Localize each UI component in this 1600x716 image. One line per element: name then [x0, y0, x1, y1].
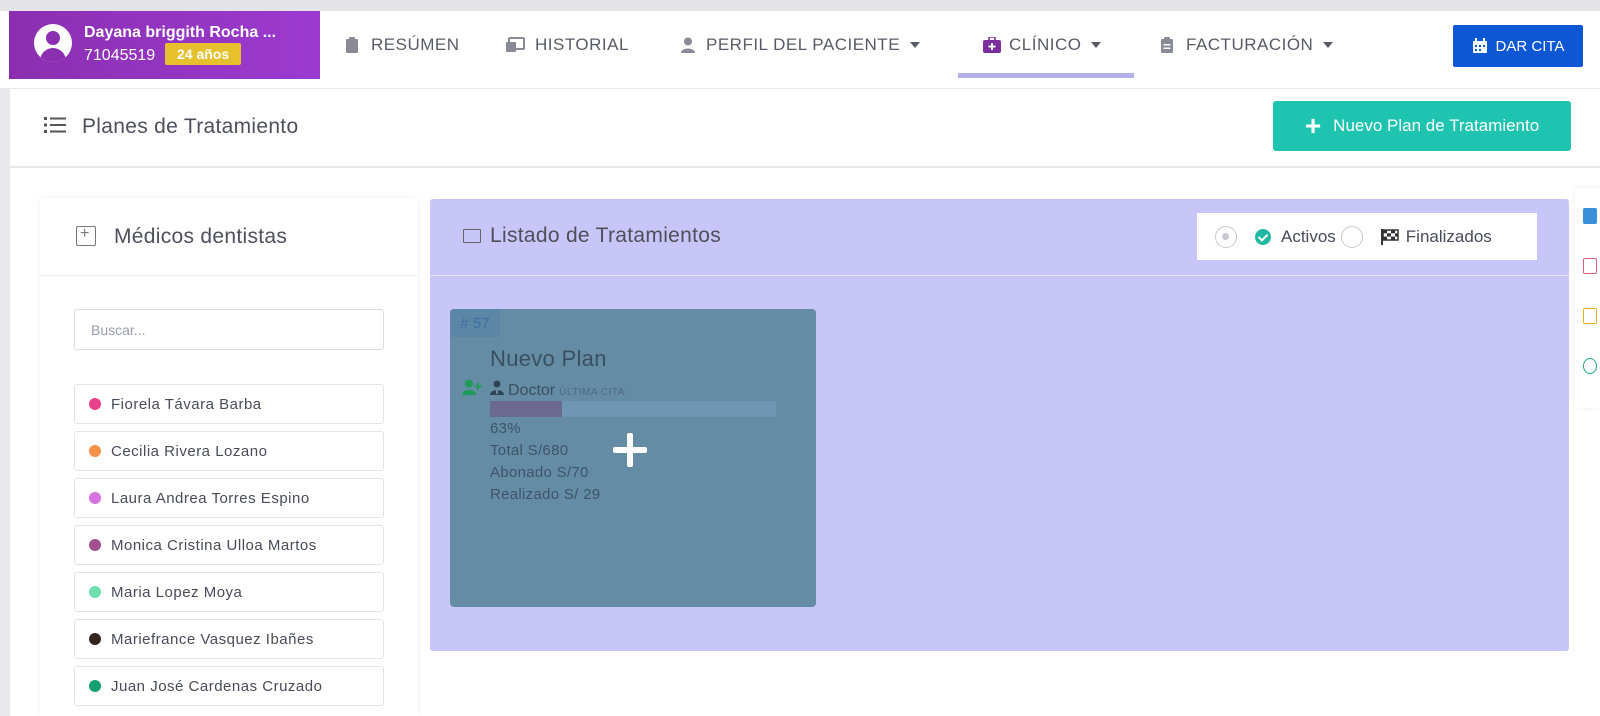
- doctor-item[interactable]: Mariefrance Vasquez Ibañes: [74, 619, 384, 659]
- filter-activos-label: Activos: [1281, 226, 1336, 246]
- doctor-icon: [490, 380, 504, 395]
- new-plan-label: Nuevo Plan de Tratamiento: [1333, 116, 1540, 135]
- doctor-item[interactable]: Maria Lopez Moya: [74, 572, 384, 612]
- nav-historial[interactable]: HISTORIAL: [505, 30, 629, 60]
- nav-label: CLÍNICO: [1009, 35, 1082, 54]
- nav-label: RESÚMEN: [371, 35, 460, 54]
- doctor-color-dot: [89, 539, 101, 551]
- dar-cita-label: DAR CITA: [1495, 37, 1565, 55]
- clipboard-icon: [345, 37, 361, 53]
- plan-done: Realizado S/ 29: [490, 486, 601, 503]
- doctor-color-dot: [89, 445, 101, 457]
- history-icon: [505, 37, 525, 53]
- nav-active-indicator: [958, 73, 1134, 78]
- doctor-item[interactable]: Fiorela Távara Barba: [74, 384, 384, 424]
- user-icon: [680, 37, 696, 53]
- doctor-item[interactable]: Monica Cristina Ulloa Martos: [74, 525, 384, 565]
- doctors-title: Médicos dentistas: [114, 225, 288, 248]
- chevron-down-icon: [910, 42, 921, 48]
- treatments-panel: Listado de Tratamientos Activos Finaliza…: [430, 199, 1569, 651]
- medkit-icon: [983, 36, 1001, 53]
- nav-resumen[interactable]: RESÚMEN: [345, 30, 460, 60]
- patient-age-badge: 24 años: [165, 43, 242, 65]
- doctor-item[interactable]: Juan José Cardenas Cruzado: [74, 666, 384, 706]
- checkered-flag-icon: [1380, 228, 1399, 245]
- plus-icon: +: [1304, 110, 1322, 141]
- doctor-color-dot: [89, 492, 101, 504]
- doctor-name: Cecilia Rivera Lozano: [111, 442, 268, 460]
- tooth-tool-icon[interactable]: [1583, 358, 1597, 374]
- nav-perfil-paciente[interactable]: PERFIL DEL PACIENTE: [680, 30, 921, 60]
- treatment-plan-card[interactable]: # 57 Nuevo Plan Doctor ÚLTIMA CITA : 63%…: [450, 309, 816, 607]
- user-avatar-icon: [34, 24, 72, 62]
- doctor-name: Maria Lopez Moya: [111, 583, 243, 601]
- nav-label: FACTURACIÓN: [1186, 35, 1314, 54]
- plan-total: Total S/680: [490, 442, 569, 459]
- nav-clinico[interactable]: CLÍNICO: [983, 30, 1102, 60]
- doctor-name: Mariefrance Vasquez Ibañes: [111, 630, 314, 648]
- calendar-tool-icon[interactable]: [1583, 208, 1597, 224]
- nav-label: PERFIL DEL PACIENTE: [706, 35, 901, 54]
- plan-progress-fill: [490, 401, 562, 417]
- top-bar: Dayana briggith Rocha ... 71045519 24 añ…: [0, 0, 1600, 88]
- calendar-icon: [1472, 38, 1487, 53]
- divider: [430, 275, 1569, 276]
- doctor-name: Fiorela Távara Barba: [111, 395, 262, 413]
- last-visit-label: ÚLTIMA CITA :: [559, 387, 631, 398]
- list-icon: [44, 117, 66, 133]
- browser-strip: [0, 0, 1600, 11]
- radio-finalizados[interactable]: [1340, 225, 1363, 248]
- doctor-search-input[interactable]: [74, 309, 384, 350]
- plan-progress-bar: [490, 401, 776, 417]
- add-user-icon[interactable]: [462, 379, 482, 395]
- page-title: Planes de Tratamiento: [82, 115, 299, 138]
- cart-tool-icon[interactable]: [1583, 308, 1597, 324]
- patient-badge[interactable]: Dayana briggith Rocha ... 71045519 24 añ…: [9, 11, 320, 79]
- note-tool-icon[interactable]: [1583, 258, 1597, 274]
- add-plus-icon[interactable]: [613, 433, 647, 467]
- chevron-down-icon: [1091, 42, 1102, 48]
- treatments-title: Listado de Tratamientos: [490, 224, 722, 247]
- doctor-color-dot: [89, 586, 101, 598]
- plan-name: Nuevo Plan: [490, 346, 607, 371]
- doctor-name: Laura Andrea Torres Espino: [111, 489, 310, 507]
- radio-activos[interactable]: [1215, 225, 1237, 248]
- nav-facturacion[interactable]: FACTURACIÓN: [1160, 30, 1334, 60]
- check-circle-icon: [1255, 228, 1271, 245]
- doctor-color-dot: [89, 680, 101, 692]
- plan-doctor: Doctor ÚLTIMA CITA :: [490, 380, 631, 400]
- doctors-panel: Médicos dentistas Fiorela Távara Barba C…: [40, 198, 418, 716]
- filter-finalizados-label: Finalizados: [1405, 226, 1492, 246]
- doctors-header: Médicos dentistas: [40, 198, 418, 276]
- add-square-icon: [76, 225, 96, 246]
- doctor-name: Monica Cristina Ulloa Martos: [111, 536, 317, 554]
- receipt-icon: [1160, 37, 1176, 53]
- chevron-down-icon: [1323, 42, 1334, 48]
- doctor-item[interactable]: Laura Andrea Torres Espino: [74, 478, 384, 518]
- patient-name: Dayana briggith Rocha ...: [84, 24, 277, 41]
- doctor-name: Juan José Cardenas Cruzado: [111, 677, 323, 695]
- doctor-color-dot: [89, 398, 101, 410]
- dar-cita-button[interactable]: DAR CITA: [1453, 25, 1583, 67]
- nav-label: HISTORIAL: [535, 35, 629, 54]
- plan-progress-label: 63%: [490, 420, 521, 437]
- doctor-list: Fiorela Távara Barba Cecilia Rivera Loza…: [74, 384, 384, 713]
- patient-dni: 71045519: [84, 47, 156, 64]
- doctor-item[interactable]: Cecilia Rivera Lozano: [74, 431, 384, 471]
- page-header: Planes de Tratamiento + Nuevo Plan de Tr…: [10, 89, 1600, 167]
- plan-doctor-name: Doctor: [508, 382, 556, 399]
- plan-paid: Abonado S/70: [490, 464, 589, 481]
- doctor-color-dot: [89, 633, 101, 645]
- new-plan-button[interactable]: + Nuevo Plan de Tratamiento: [1273, 101, 1571, 151]
- status-filter: Activos Finalizados: [1197, 213, 1537, 260]
- plan-number: # 57: [450, 309, 500, 337]
- folders-icon: [463, 229, 481, 243]
- side-toolbar: [1575, 188, 1600, 408]
